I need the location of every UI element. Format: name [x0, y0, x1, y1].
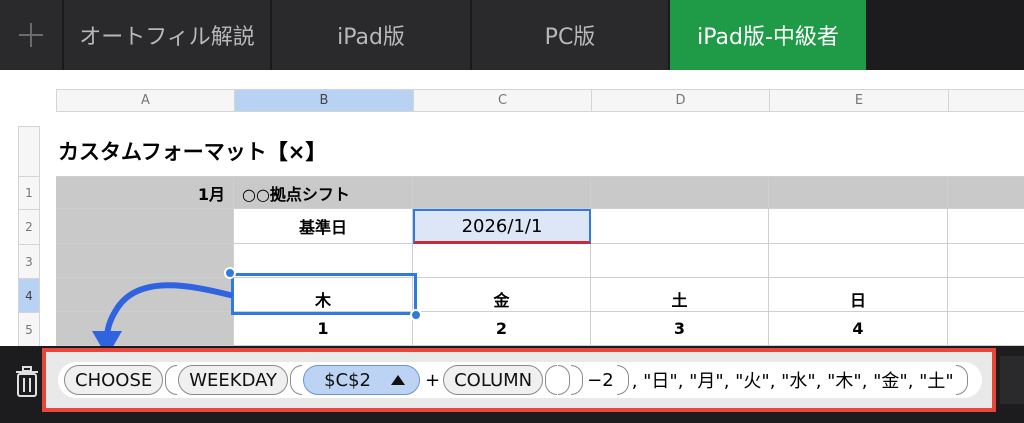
row-header-3[interactable]: 3 [18, 244, 40, 278]
formula-input[interactable]: CHOOSE WEEKDAY $C$2 + COLUMN −2 , "日", "… [58, 362, 982, 398]
row-header-4[interactable]: 4 [18, 278, 40, 312]
column-header-d[interactable]: D [591, 89, 769, 112]
column-header-e[interactable]: E [769, 89, 948, 112]
formula-bar-edge [1000, 356, 1024, 404]
row-header-5[interactable]: 5 [18, 312, 40, 346]
cell-f2[interactable] [948, 209, 1024, 244]
cell-a2[interactable] [56, 209, 234, 244]
cell-c5[interactable]: 2 [413, 312, 591, 346]
tab-ipad[interactable]: iPad版 [270, 0, 470, 70]
cell-c2[interactable]: 2026/1/1 [413, 209, 591, 244]
formula-token-column[interactable]: COLUMN [443, 365, 544, 395]
formula-token-weekday[interactable]: WEEKDAY [178, 365, 289, 395]
cell-f5[interactable] [948, 312, 1024, 346]
cell-d5[interactable]: 3 [591, 312, 769, 346]
tab-ipad-advanced[interactable]: iPad版-中級者 [668, 0, 866, 70]
formula-token-choose[interactable]: CHOOSE [64, 365, 164, 395]
cell-e5[interactable]: 4 [769, 312, 948, 346]
table-title: カスタムフォーマット【×】 [58, 140, 327, 164]
row-header-title [18, 126, 40, 176]
trash-icon[interactable] [12, 364, 42, 400]
formula-ref-label: $C$2 [324, 369, 371, 391]
row-header: 1 2 3 4 5 [18, 126, 40, 346]
column-header-c[interactable]: C [413, 89, 591, 112]
formula-args: , "日", "月", "火", "水", "木", "金", "土" [631, 371, 954, 392]
row-header-2[interactable]: 2 [18, 209, 40, 244]
formula-close-paren [571, 365, 584, 395]
cell-f4[interactable] [948, 278, 1024, 312]
cell-c1[interactable] [413, 176, 591, 209]
numbers-app: オートフィル解説 iPad版 PC版 iPad版-中級者 A B C D E 1… [0, 0, 1024, 423]
formula-operator-minus: −2 [587, 369, 614, 391]
plus-icon [19, 23, 43, 47]
cell-b2[interactable]: 基準日 [234, 209, 413, 244]
formula-operator-plus: + [425, 369, 441, 391]
cell-b1[interactable]: ○○拠点シフト [234, 176, 413, 209]
column-header-a[interactable]: A [56, 89, 234, 112]
formula-token-ref[interactable]: $C$2 [303, 365, 420, 395]
cell-c4[interactable]: 金 [413, 278, 591, 312]
selection-handle-bottom-right[interactable] [410, 309, 422, 321]
cell-a1[interactable]: 1月 [56, 176, 234, 209]
tab-autofill[interactable]: オートフィル解説 [62, 0, 270, 70]
cell-a3[interactable] [56, 244, 234, 278]
formula-close-paren [558, 365, 571, 395]
cell-f3[interactable] [948, 244, 1024, 278]
formula-open-paren [165, 365, 178, 395]
cell-e3[interactable] [769, 244, 948, 278]
formula-bar: CHOOSE WEEKDAY $C$2 + COLUMN −2 , "日", "… [0, 346, 1024, 423]
row-header-1[interactable]: 1 [18, 176, 40, 209]
cell-d1[interactable] [591, 176, 769, 209]
cell-c3[interactable] [413, 244, 591, 278]
cell-b5[interactable]: 1 [234, 312, 413, 346]
formula-close-paren [955, 365, 968, 395]
cell-e4[interactable]: 日 [769, 278, 948, 312]
triangle-up-icon[interactable] [391, 375, 405, 385]
column-header: A B C D E [56, 89, 1024, 112]
tab-pc[interactable]: PC版 [470, 0, 668, 70]
formula-open-paren [545, 365, 558, 395]
cell-selection-box [231, 273, 417, 315]
formula-open-paren [290, 365, 303, 395]
formula-close-paren [616, 365, 629, 395]
cell-e2[interactable] [769, 209, 948, 244]
cell-d4[interactable]: 土 [591, 278, 769, 312]
column-header-b[interactable]: B [234, 89, 413, 112]
cell-e1[interactable] [769, 176, 948, 209]
cell-f1[interactable] [948, 176, 1024, 209]
column-header-f[interactable] [948, 89, 1024, 112]
formula-highlight-box: CHOOSE WEEKDAY $C$2 + COLUMN −2 , "日", "… [42, 348, 996, 412]
cell-d3[interactable] [591, 244, 769, 278]
tab-bar-empty [866, 0, 1024, 70]
cell-d2[interactable] [591, 209, 769, 244]
sheet-tab-bar: オートフィル解説 iPad版 PC版 iPad版-中級者 [0, 0, 1024, 70]
add-sheet-button[interactable] [0, 0, 62, 70]
